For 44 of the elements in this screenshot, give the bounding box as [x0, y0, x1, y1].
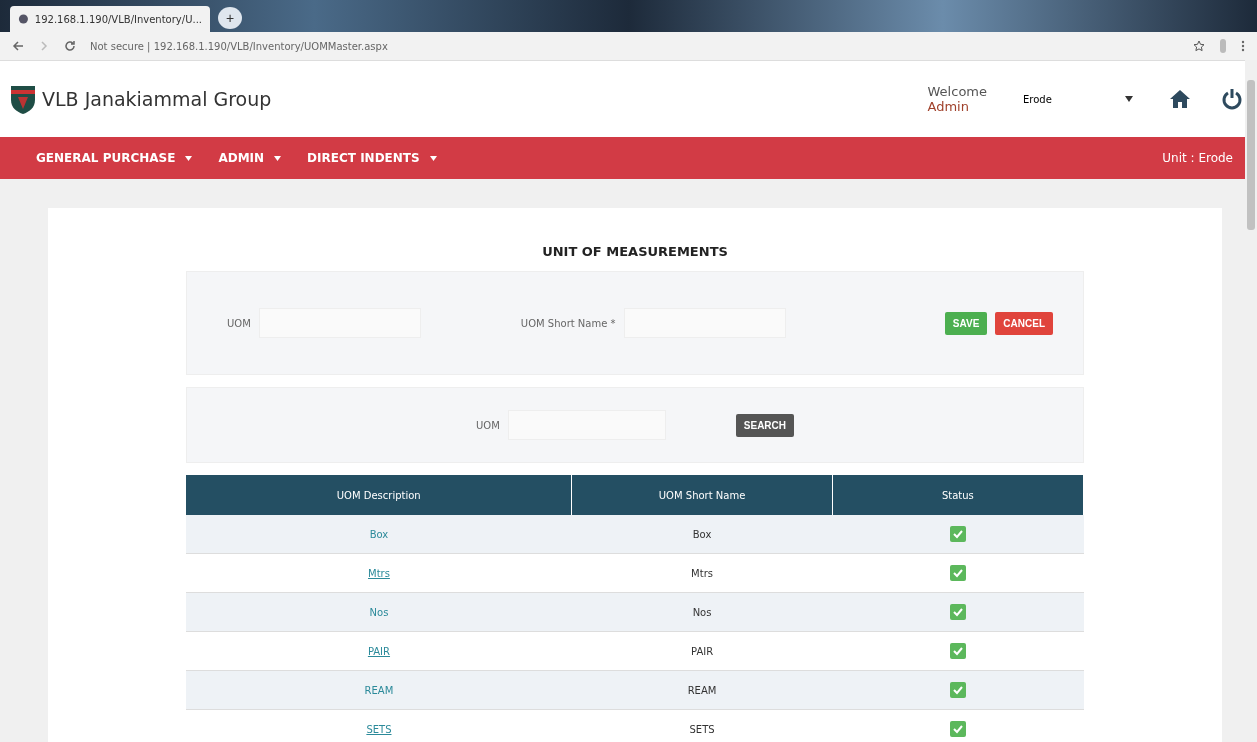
shield-logo-icon [10, 83, 36, 115]
brand-name: VLB Janakiammal Group [42, 88, 273, 110]
field-label: UOM [475, 419, 500, 431]
caret-icon [185, 155, 193, 161]
tab-title: 192.168.1.190/VLB/Inventory/U... [34, 13, 202, 25]
uom-link[interactable]: Nos [369, 606, 389, 618]
user-name: Admin [927, 99, 970, 114]
field-label: UOM Short Name * [520, 317, 616, 329]
table-cell: Box [571, 515, 833, 554]
save-button[interactable]: SAVE [944, 311, 988, 335]
power-icon[interactable] [1221, 88, 1243, 110]
table-cell: REAM [571, 670, 833, 710]
nav-menu-item[interactable]: ADMIN [218, 151, 282, 165]
browser-tab[interactable]: 192.168.1.190/VLB/Inventory/U... [10, 6, 210, 32]
uom-link[interactable]: SETS [366, 723, 392, 735]
page-title: UNIT OF MEASUREMENTS [541, 244, 729, 259]
welcome-text: Welcome [927, 84, 987, 99]
column-header: UOM Description [186, 475, 572, 515]
table-cell: Nos [571, 592, 833, 632]
uom-link[interactable]: Box [369, 528, 389, 540]
column-header: Status [832, 475, 1084, 515]
uom-link[interactable]: PAIR [367, 645, 391, 657]
cancel-button[interactable]: CANCEL [995, 311, 1053, 335]
table-cell: Mtrs [571, 553, 833, 593]
reload-icon[interactable] [64, 40, 76, 52]
home-icon[interactable] [1169, 89, 1191, 109]
table-cell: SETS [571, 709, 833, 742]
caret-icon [274, 155, 282, 161]
unit-label: Unit : Erode [1162, 151, 1233, 165]
star-icon[interactable] [1193, 40, 1205, 52]
address-bar[interactable]: Not secure | 192.168.1.190/VLB/Inventory/UOMMaster.aspx [90, 40, 1179, 52]
uom-link[interactable]: REAM [364, 684, 394, 696]
uom-link[interactable]: Mtrs [368, 567, 390, 579]
menu-icon[interactable] [1241, 40, 1245, 52]
caret-icon [1125, 96, 1133, 102]
table-cell: PAIR [571, 631, 833, 671]
caret-icon [429, 155, 437, 161]
back-icon[interactable] [12, 40, 24, 52]
search-button[interactable]: SEARCH [735, 413, 795, 437]
column-header: UOM Short Name [571, 475, 833, 515]
new-tab-button[interactable]: + [218, 7, 242, 29]
nav-menu-item[interactable]: DIRECT INDENTS [307, 151, 437, 165]
nav-menu-item[interactable]: GENERAL PURCHASE [36, 151, 193, 165]
field-label: UOM [227, 317, 251, 329]
